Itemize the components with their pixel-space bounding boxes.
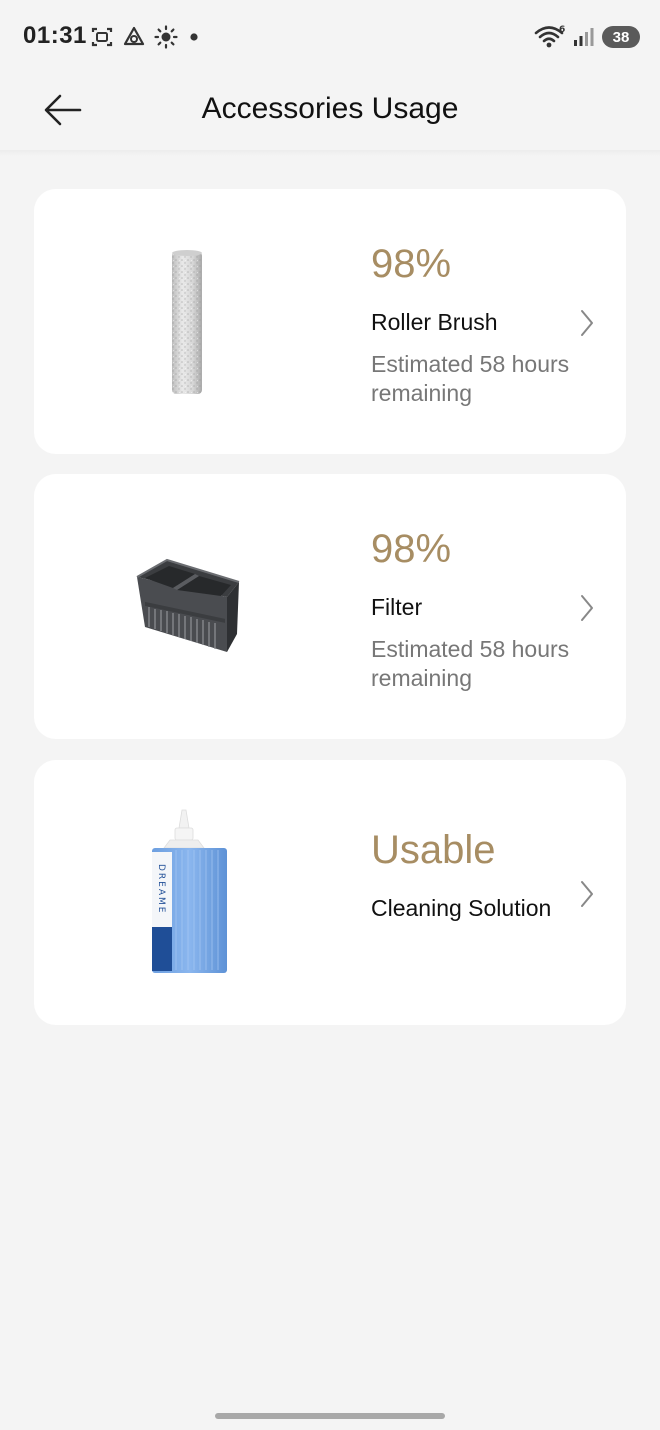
- svg-text:6: 6: [559, 25, 565, 35]
- status-icons-left: [90, 25, 202, 49]
- accessory-remaining: Estimated 58 hours remaining: [371, 351, 570, 406]
- chevron-right-icon: [578, 307, 596, 344]
- card-text: 98% Filter Estimated 58 hours remaining: [371, 529, 581, 693]
- chevron-right-icon: [578, 592, 596, 629]
- card-text: Usable Cleaning Solution: [371, 830, 581, 922]
- roller-brush-image: [94, 229, 279, 414]
- wifi-icon: 6: [534, 25, 565, 48]
- battery-icon: 38: [602, 26, 640, 48]
- page-title: Accessories Usage: [201, 92, 459, 125]
- card-text: 98% Roller Brush Estimated 58 hours rema…: [371, 244, 581, 408]
- header: Accessories Usage: [0, 72, 660, 152]
- chevron-right-icon: [578, 878, 596, 915]
- home-indicator[interactable]: [215, 1413, 445, 1419]
- dot-icon: [190, 33, 198, 41]
- screenshot-icon: [91, 27, 113, 47]
- accessory-card-roller-brush[interactable]: 98% Roller Brush Estimated 58 hours rema…: [34, 189, 626, 454]
- status-time: 01:31: [23, 22, 87, 49]
- accessory-status: 98%: [371, 242, 452, 286]
- status-icons-right: 6 38: [534, 24, 640, 50]
- accessory-card-filter[interactable]: 98% Filter Estimated 58 hours remaining: [34, 474, 626, 739]
- signal-icon: [574, 28, 594, 46]
- accessory-name: Filter: [371, 594, 423, 620]
- accessory-name: Cleaning Solution: [371, 895, 552, 921]
- accessory-status: Usable: [371, 828, 496, 872]
- header-divider: [0, 150, 660, 156]
- cleaning-solution-image: DREAME: [94, 800, 279, 985]
- accessory-name: Roller Brush: [371, 309, 498, 335]
- accessory-remaining: Estimated 58 hours remaining: [371, 636, 570, 691]
- filter-image: [94, 514, 279, 699]
- status-bar: 01:31 6 38: [0, 0, 660, 72]
- brightness-icon: [154, 25, 178, 49]
- accessory-card-cleaning-solution[interactable]: DREAME Usable Cleaning Solution: [34, 760, 626, 1025]
- bottle-brand-label: DREAME: [156, 864, 166, 914]
- recycle-icon: [123, 26, 145, 46]
- accessory-status: 98%: [371, 527, 452, 571]
